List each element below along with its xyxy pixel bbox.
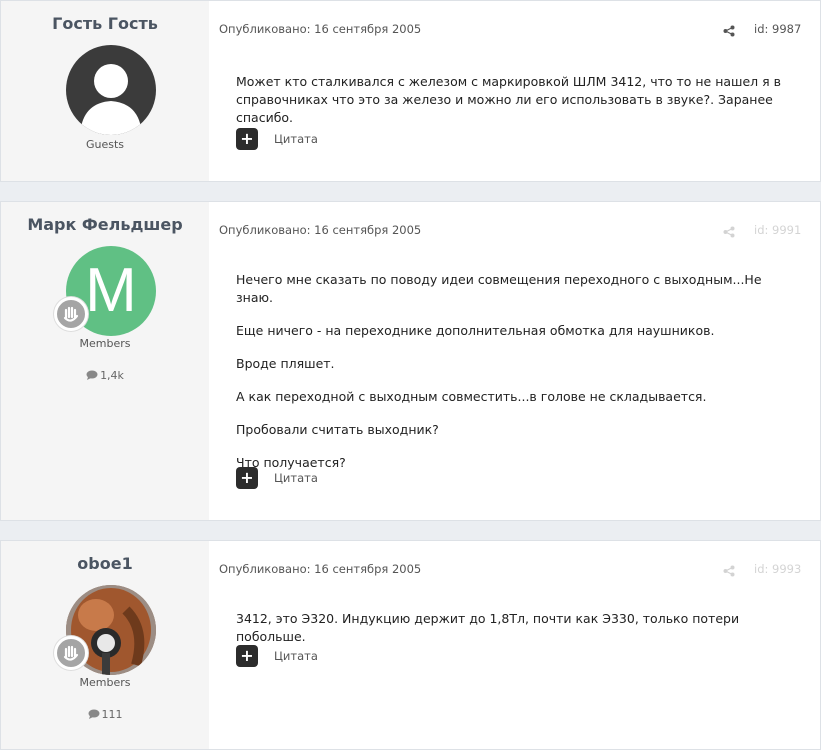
published-date[interactable]: Опубликовано: 16 сентября 2005 [219,22,421,36]
author-name[interactable]: Марк Фельдшер [1,215,209,234]
post-content: Может кто сталкивался с железом с маркир… [236,73,796,142]
post-content: Нечего мне сказать по поводу идеи совмещ… [236,271,796,487]
post-paragraph: 3412, это Э320. Индукцию держит до 1,8Тл… [236,611,740,644]
member-group: Members [79,676,131,689]
rank-badge-icon [54,297,88,331]
post-paragraph: Пробовали считать выходник? [236,422,439,437]
comment-icon [86,370,98,380]
quote-plus-button[interactable]: + [236,467,258,489]
rank-badge-icon [54,636,88,670]
author-panel: Марк Фельдшер M Members 1,4k [1,202,209,520]
post-paragraph: Что получается? [236,455,346,470]
published-date[interactable]: Опубликовано: 16 сентября 2005 [219,562,421,576]
avatar-letter: M [85,256,137,325]
avatar[interactable] [66,45,156,135]
quote-plus-button[interactable]: + [236,645,258,667]
author-panel: oboe1 Members 111 [1,541,209,749]
post-paragraph: Вроде пляшет. [236,356,335,371]
quote-button[interactable]: Цитата [274,649,318,663]
published-date[interactable]: Опубликовано: 16 сентября 2005 [219,223,421,237]
post-count-value: 1,4k [100,369,124,382]
share-icon[interactable] [723,22,735,41]
default-person-icon [80,64,142,135]
author-name[interactable]: oboe1 [1,554,209,573]
post-count[interactable]: 1,4k [1,369,209,382]
member-group: Members [79,337,131,350]
post: oboe1 Members 111 Опубликовано: 16 сентя… [0,540,821,750]
post-id[interactable]: id: 9991 [754,223,801,237]
quote-plus-button[interactable]: + [236,128,258,150]
post-id[interactable]: id: 9987 [754,22,801,36]
post-count[interactable]: 111 [1,708,209,721]
quote-button[interactable]: Цитата [274,471,318,485]
post-count-value: 111 [101,708,123,721]
post-paragraph: Может кто сталкивался с железом с маркир… [236,74,782,125]
quote-button[interactable]: Цитата [274,132,318,146]
comment-icon [88,709,99,719]
avatar[interactable] [54,585,156,675]
author-panel: Гость Гость Guests [1,1,209,181]
post: Гость Гость Guests Опубликовано: 16 сент… [0,0,821,182]
post-paragraph: Нечего мне сказать по поводу идеи совмещ… [236,272,762,305]
post-content: 3412, это Э320. Индукцию держит до 1,8Тл… [236,610,796,661]
member-group: Guests [85,138,125,151]
share-icon[interactable] [723,223,735,242]
share-icon[interactable] [723,562,735,581]
avatar[interactable]: M [54,246,156,336]
post-paragraph: А как переходной с выходным совместить..… [236,389,707,404]
post: Марк Фельдшер M Members 1,4k Опубликован… [0,201,821,521]
post-id[interactable]: id: 9993 [754,562,801,576]
post-paragraph: Еще ничего - на переходнике дополнительн… [236,323,715,338]
author-name[interactable]: Гость Гость [1,14,209,33]
